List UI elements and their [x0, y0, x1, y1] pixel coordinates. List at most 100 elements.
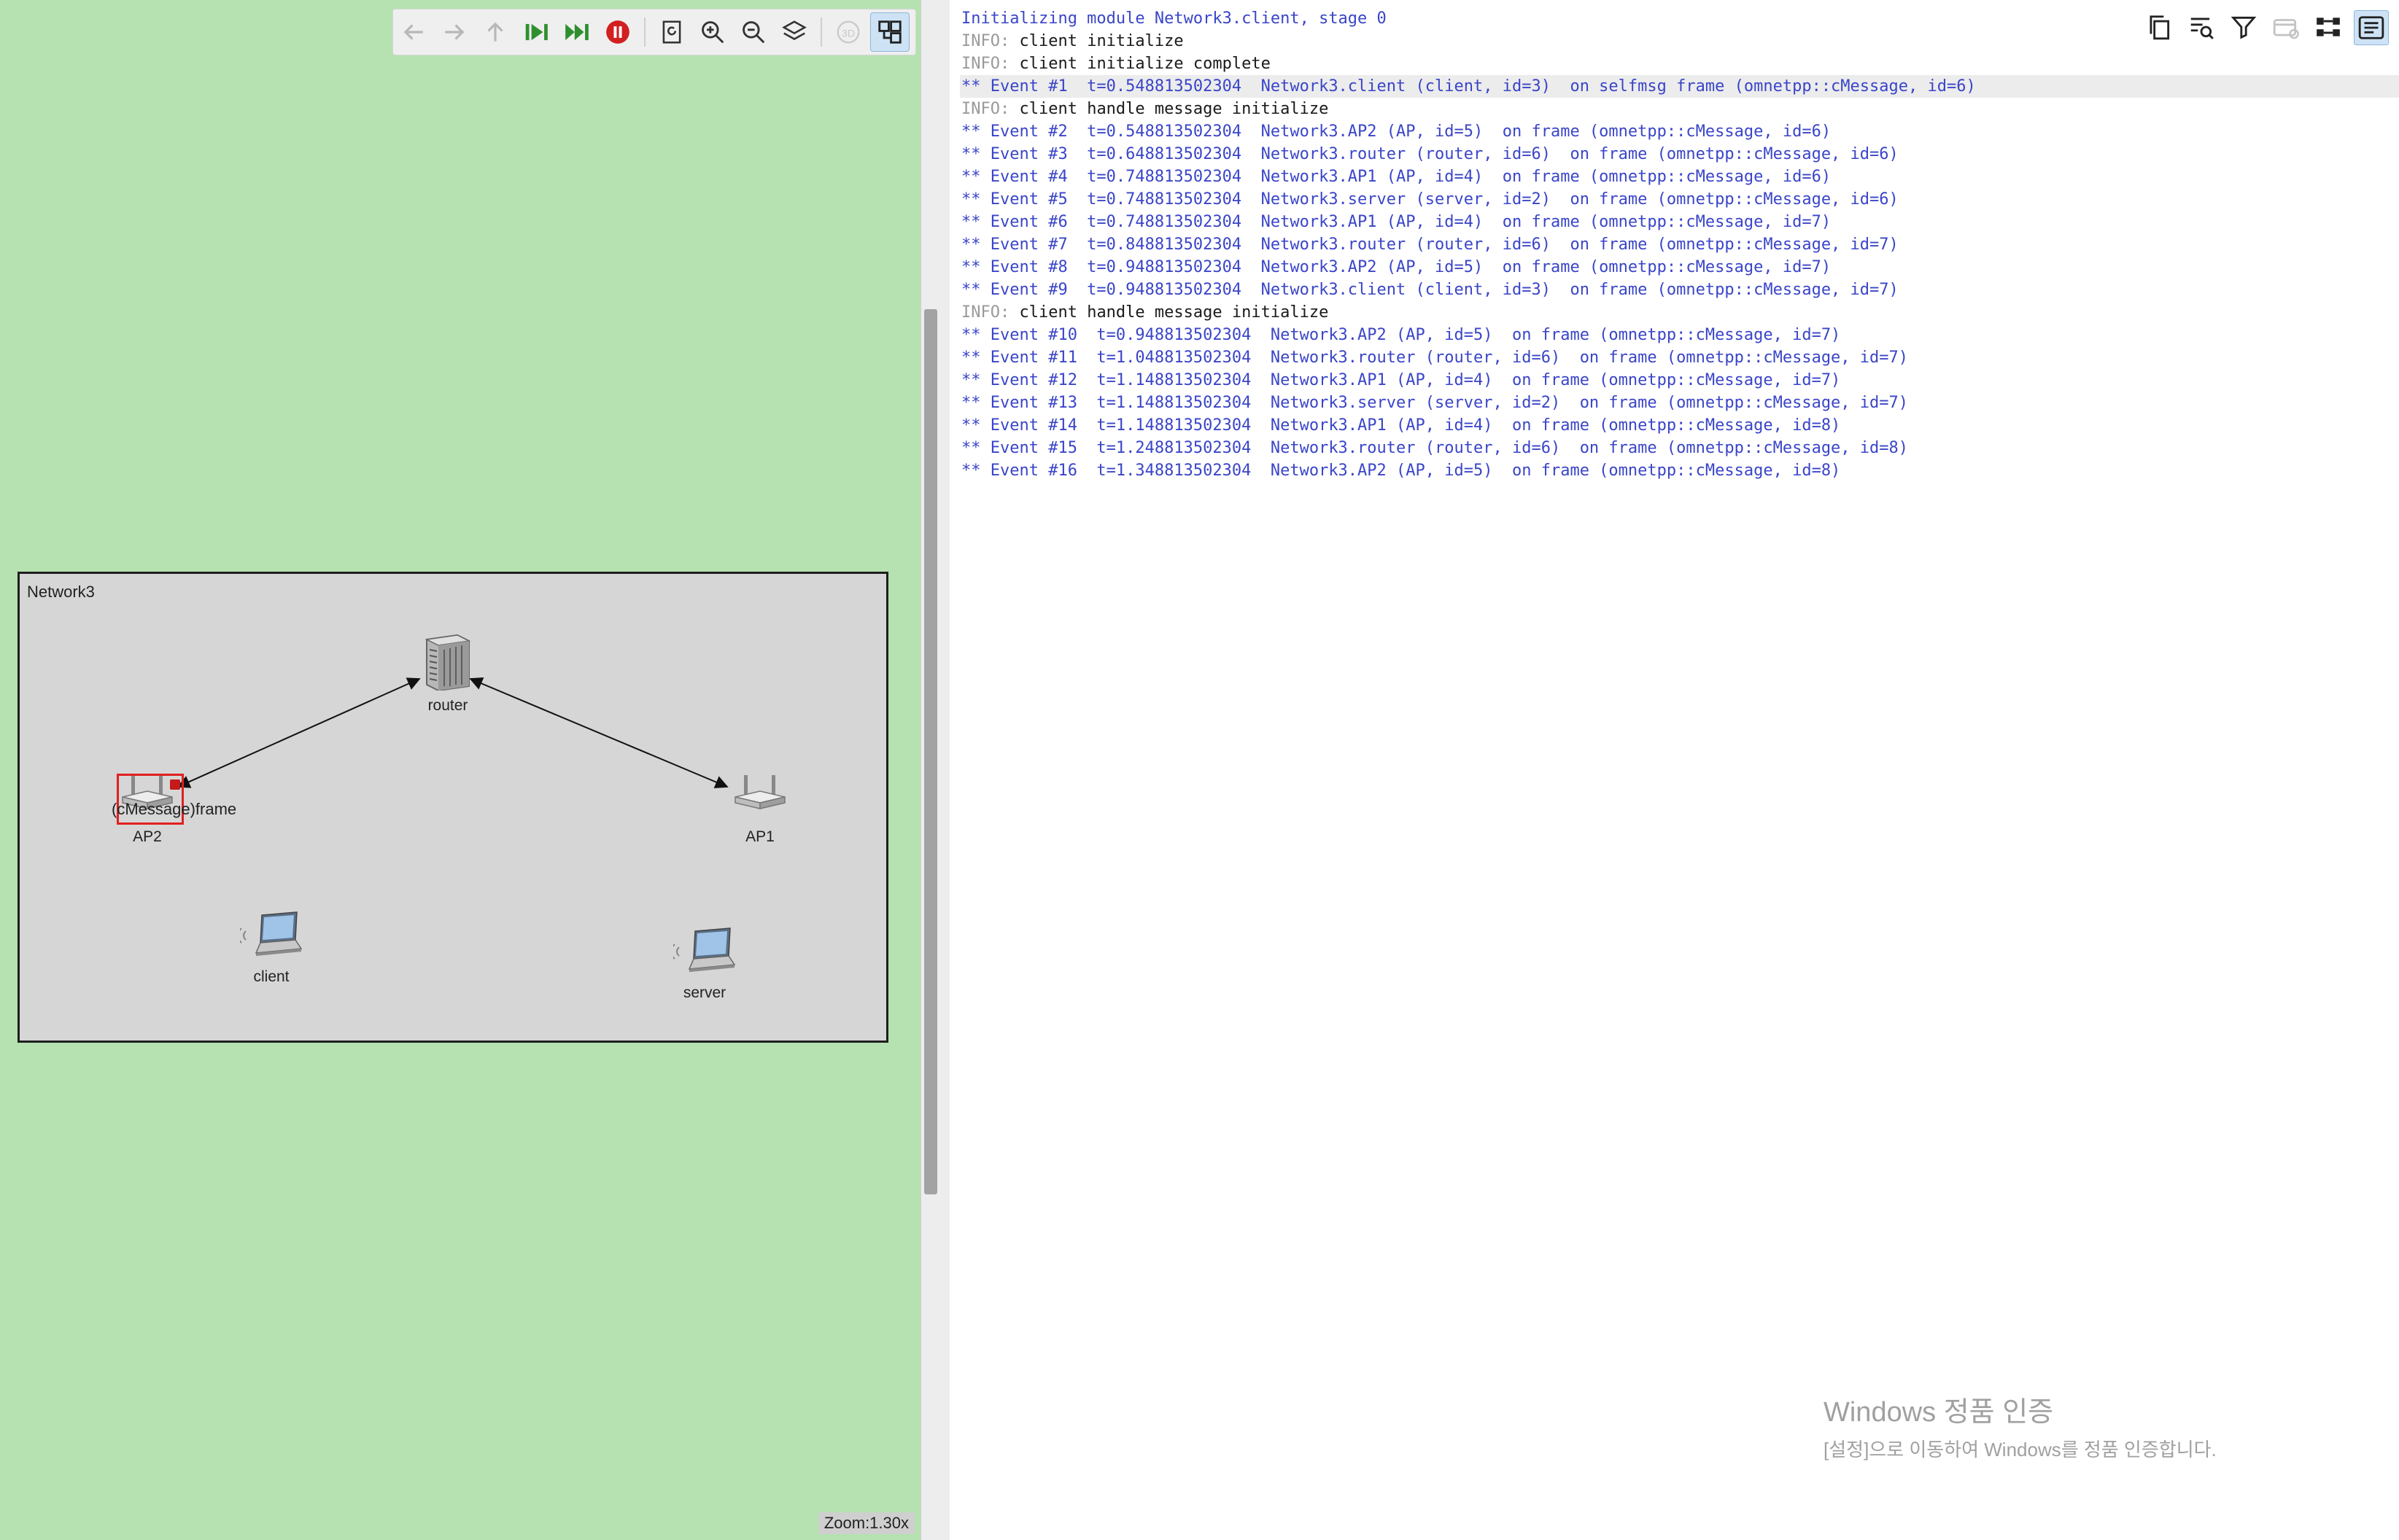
ap1-label: AP1 [745, 828, 775, 845]
fast-run-icon [565, 23, 589, 41]
layers-icon [782, 20, 807, 40]
log-line[interactable]: INFO: client handle message initialize [960, 98, 2399, 120]
up-button[interactable] [476, 13, 514, 51]
log-text: ** Event #14 t=1.148813502304 Network3.A… [961, 416, 1841, 435]
server-label: server [683, 984, 726, 1001]
filter-button[interactable] [2227, 10, 2260, 44]
watermark-title: Windows 정품 인증 [1824, 1397, 2054, 1428]
step-icon [525, 23, 548, 41]
log-line[interactable]: ** Event #7 t=0.848813502304 Network3.ro… [960, 233, 2399, 256]
log-text: ** Event #6 t=0.748813502304 Network3.AP… [961, 213, 1832, 231]
log-text: ** Event #11 t=1.048813502304 Network3.r… [961, 349, 1909, 367]
node-server[interactable]: server [664, 927, 745, 1002]
toolbar-separator [644, 18, 646, 47]
event-log: Initializing module Network3.client, sta… [960, 7, 2399, 482]
link-ap2-router [177, 677, 421, 788]
log-line[interactable]: ** Event #10 t=0.948813502304 Network3.A… [960, 324, 2399, 346]
event-log-pane[interactable]: Initializing module Network3.client, sta… [950, 0, 2399, 1540]
fast-run-button[interactable] [558, 13, 596, 51]
layout-button[interactable] [2311, 10, 2345, 44]
log-text: ** Event #5 t=0.748813502304 Network3.se… [961, 190, 1899, 209]
log-text: ** Event #12 t=1.148813502304 Network3.A… [961, 371, 1841, 389]
pane-splitter[interactable] [921, 0, 951, 1540]
log-line[interactable]: ** Event #13 t=1.148813502304 Network3.s… [960, 392, 2399, 414]
log-text: ** Event #10 t=0.948813502304 Network3.A… [961, 326, 1841, 344]
3d-view-button[interactable]: 3D [829, 13, 867, 51]
log-line[interactable]: ** Event #12 t=1.148813502304 Network3.A… [960, 369, 2399, 392]
copy-button[interactable] [2142, 10, 2176, 44]
log-text: ** Event #1 t=0.548813502304 Network3.cl… [961, 77, 1976, 96]
log-view-button[interactable] [2354, 10, 2389, 45]
node-ap1[interactable]: AP1 [727, 769, 793, 846]
find-button[interactable] [2185, 10, 2218, 44]
log-text: client initialize [1009, 32, 1184, 50]
log-text: ** Event #13 t=1.148813502304 Network3.s… [961, 394, 1909, 412]
log-view-icon [2358, 16, 2384, 39]
log-text: ** Event #7 t=0.848813502304 Network3.ro… [961, 236, 1899, 254]
node-client[interactable]: client [231, 911, 311, 986]
router-icon [425, 634, 471, 692]
log-text: ** Event #8 t=0.948813502304 Network3.AP… [961, 258, 1832, 276]
client-label: client [253, 968, 290, 985]
layers-button[interactable] [775, 13, 813, 51]
log-line[interactable]: ** Event #11 t=1.048813502304 Network3.r… [960, 346, 2399, 369]
log-line[interactable]: ** Event #14 t=1.148813502304 Network3.A… [960, 414, 2399, 437]
laptop-icon [670, 928, 736, 972]
activation-watermark: Windows 정품 인증 [설정]으로 이동하여 Windows를 정품 인증… [1824, 1389, 2217, 1462]
layout-icon [2317, 18, 2340, 36]
log-line[interactable]: ** Event #4 t=0.748813502304 Network3.AP… [960, 166, 2399, 188]
ap2-label: AP2 [133, 828, 162, 845]
forward-icon [445, 24, 465, 40]
up-icon [487, 22, 503, 42]
node-router[interactable]: router [411, 634, 484, 715]
back-icon [403, 24, 423, 40]
log-line[interactable]: INFO: client handle message initialize [960, 301, 2399, 324]
log-line[interactable]: ** Event #3 t=0.648813502304 Network3.ro… [960, 143, 2399, 166]
log-text: client handle message initialize [1009, 303, 1329, 322]
module-view-icon [878, 20, 902, 44]
network-module: Network3 router AP2 (cMessage)frame AP1 … [18, 572, 888, 1043]
filter-icon [2231, 16, 2257, 39]
back-button[interactable] [395, 13, 433, 51]
log-line[interactable]: ** Event #16 t=1.348813502304 Network3.A… [960, 459, 2399, 482]
log-line[interactable]: ** Event #6 t=0.748813502304 Network3.AP… [960, 211, 2399, 233]
log-level-tag: INFO: [961, 55, 1010, 73]
simulation-toolbar: 3D [392, 9, 916, 55]
forward-button[interactable] [435, 13, 473, 51]
access-point-icon [735, 775, 786, 809]
messages-icon [2273, 19, 2299, 39]
module-view-button[interactable] [870, 12, 910, 52]
log-text: ** Event #15 t=1.248813502304 Network3.r… [961, 439, 1909, 457]
3d-label: 3D [842, 28, 855, 39]
log-line[interactable]: ** Event #15 t=1.248813502304 Network3.r… [960, 437, 2399, 459]
log-line[interactable]: ** Event #9 t=0.948813502304 Network3.cl… [960, 279, 2399, 301]
toolbar-separator [821, 18, 822, 47]
link-router-ap1 [469, 677, 729, 789]
log-level-tag: INFO: [961, 303, 1010, 322]
scrollbar-thumb[interactable] [924, 309, 937, 1194]
zoom-out-button[interactable] [735, 13, 772, 51]
log-line[interactable]: INFO: client initialize complete [960, 52, 2399, 75]
refresh-layout-icon [662, 20, 681, 44]
log-line[interactable]: ** Event #1 t=0.548813502304 Network3.cl… [960, 75, 2399, 98]
log-text: client initialize complete [1009, 55, 1271, 73]
log-line[interactable]: ** Event #2 t=0.548813502304 Network3.AP… [960, 120, 2399, 143]
log-line[interactable]: ** Event #8 t=0.948813502304 Network3.AP… [960, 256, 2399, 279]
log-text: Initializing module Network3.client, sta… [961, 9, 1387, 28]
stop-button[interactable] [599, 13, 637, 51]
zoom-in-button[interactable] [694, 13, 732, 51]
message-marker[interactable] [170, 779, 180, 790]
messages-button[interactable] [2269, 10, 2303, 44]
network-canvas[interactable]: 3D Network3 router AP2 (cMessage)frame A… [0, 0, 921, 1540]
log-text: ** Event #4 t=0.748813502304 Network3.AP… [961, 168, 1832, 186]
log-line[interactable]: ** Event #5 t=0.748813502304 Network3.se… [960, 188, 2399, 211]
message-label: (cMessage)frame [112, 800, 237, 818]
zoom-level: Zoom:1.30x [818, 1512, 915, 1534]
stop-icon [606, 20, 629, 44]
log-text: ** Event #9 t=0.948813502304 Network3.cl… [961, 281, 1899, 299]
log-text: client handle message initialize [1009, 100, 1329, 118]
refresh-layout-button[interactable] [653, 13, 691, 51]
watermark-subtitle: [설정]으로 이동하여 Windows를 정품 인증합니다. [1824, 1439, 2217, 1461]
step-button[interactable] [517, 13, 555, 51]
router-label: router [427, 697, 468, 714]
